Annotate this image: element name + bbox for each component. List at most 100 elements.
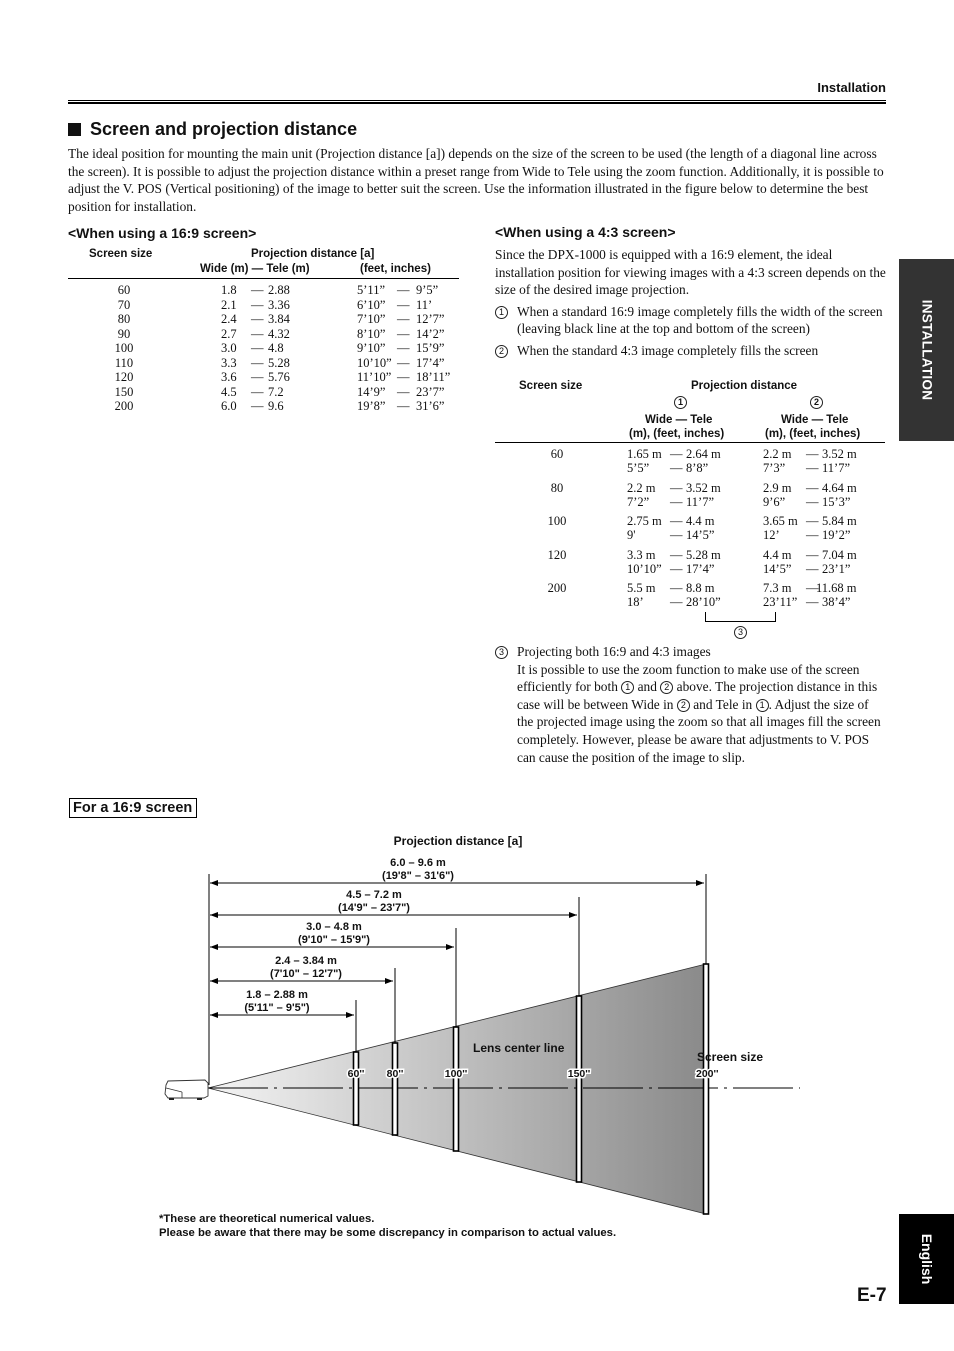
dash: — — [670, 447, 683, 461]
tele-ft-cell: 11’ — [416, 297, 433, 312]
wide-m-cell: 2.4 — [221, 312, 237, 326]
square-bullet-icon — [68, 123, 81, 136]
col2-tele-ft: 15’3” — [822, 494, 851, 509]
col-2-sub: Wide — Tele — [781, 414, 849, 426]
tele-ft-cell: 12’7” — [416, 312, 445, 326]
dash: — — [251, 341, 264, 355]
tele-ft-cell: 9’5” — [416, 283, 439, 297]
dash: — — [251, 283, 264, 297]
tele-ft-cell: 31’6” — [416, 399, 445, 413]
table-16-9-body: 60 1.8—2.88 5’11” —9’5” 70 2.1—3.36 6’10” —11’ 8… — [68, 279, 459, 414]
list-item: 1 When a standard 16:9 image completely … — [495, 303, 887, 338]
circled-ref: 1 — [755, 698, 769, 712]
table-row: 100 2.75 m —4.4 m 9' —14’5” 3.65 m —5.84 m 12’ —… — [495, 514, 885, 548]
col1-tele-ft: 28’10” — [686, 595, 721, 609]
table-row: 200 6.0—9.6 19’8” —31’6” — [114, 399, 445, 413]
projection-cone — [207, 963, 707, 1215]
side-tab-installation-label: INSTALLATION — [919, 299, 934, 401]
col1-wide-m: 2.2 m — [627, 480, 656, 495]
col-screen-size: Screen size — [89, 248, 153, 260]
table-row: 110 3.3—5.28 10’10” —17’4” — [114, 355, 445, 370]
dash: — — [397, 283, 410, 297]
section-title-text: Screen and projection distance — [90, 119, 358, 139]
dash: — — [397, 312, 410, 326]
screen-size-value: 80'' — [387, 1068, 404, 1080]
table-row: 60 1.8—2.88 5’11” —9’5” — [117, 283, 439, 297]
tele-ft-cell: 17’4” — [416, 355, 445, 370]
side-tab-installation: INSTALLATION — [899, 259, 954, 441]
col-projection-distance: Projection distance — [691, 380, 798, 392]
dimension-imperial-label: (7'10" – 12'7") — [270, 968, 342, 980]
item-text: When a standard 16:9 image completely fi… — [517, 303, 883, 337]
tele-m-cell: 9.6 — [268, 399, 284, 413]
col-metric: Wide (m) — Tele (m) — [200, 263, 310, 275]
screen-size-label: Screen size — [697, 1050, 763, 1064]
wide-m-cell: 4.5 — [221, 384, 237, 399]
tele-m-cell: 4.32 — [268, 326, 290, 341]
circled-ref: 2 — [660, 681, 674, 695]
wide-m-cell: 1.8 — [221, 283, 237, 297]
table-row: 70 2.1—3.36 6’10” —11’ — [117, 297, 433, 312]
dash: — — [251, 384, 264, 399]
table-row: 100 3.0—4.8 9’10” —15’9” — [114, 341, 445, 355]
dash: — — [251, 399, 264, 413]
dash: — — [670, 494, 683, 509]
dash: — — [397, 326, 410, 341]
figure-title: Projection distance [a] — [394, 834, 523, 848]
running-title: Installation — [817, 80, 886, 95]
dash: — — [251, 355, 264, 370]
screen-bar — [702, 963, 710, 1215]
tele-ft-cell: 15’9” — [416, 341, 445, 355]
section-4-3-intro: Since the DPX-1000 is equipped with a 16… — [495, 246, 887, 359]
heading-16-9: <When using a 16:9 screen> — [68, 225, 257, 241]
table-row: 90 2.7—4.32 8’10” —14’2” — [117, 326, 445, 341]
dash: — — [670, 461, 683, 475]
screen-bar — [352, 1051, 360, 1126]
dimension-metric-label: 6.0 – 9.6 m — [390, 857, 446, 869]
dash: — — [806, 561, 819, 576]
heading-4-3: <When using a 4:3 screen> — [495, 224, 676, 240]
screen-size-cell: 80 — [550, 480, 564, 495]
screen-bar — [575, 995, 583, 1183]
col2-tele-ft: 23’1” — [822, 561, 851, 576]
footnote-line-2: Please be aware that there may be some d… — [159, 1226, 617, 1239]
wide-m-cell: 2.7 — [221, 326, 237, 341]
dimension-imperial-label: (5'11" – 9'5") — [244, 1002, 310, 1014]
intro-4-3: Since the DPX-1000 is equipped with a 16… — [495, 247, 886, 297]
note-3: 3 Projecting both 16:9 and 4:3 images It… — [495, 643, 887, 766]
dimension-imperial-label: (14'9" – 23'7") — [338, 902, 410, 914]
table-row: 120 3.3 m —5.28 m 10’10” —17’4” 4.4 m —7.04 m1… — [495, 548, 885, 582]
screen-size-value: 60'' — [348, 1068, 365, 1080]
dash: — — [806, 595, 819, 609]
tele-m-cell: 5.28 — [268, 355, 290, 370]
col1-wide-ft: 7’2” — [627, 494, 650, 509]
col-2-units: (m), (feet, inches) — [765, 428, 861, 440]
dash: — — [806, 480, 819, 495]
col1-tele-m: 4.4 m — [686, 514, 715, 528]
circled-number-2: 2 — [495, 344, 508, 358]
wide-m-cell: 6.0 — [221, 399, 237, 413]
circled-number-3: 3 — [495, 646, 508, 659]
wide-m-cell: 3.6 — [221, 370, 237, 384]
col2-wide-ft: 9’6” — [763, 494, 786, 509]
wide-ft-cell: 6’10” — [357, 297, 386, 312]
table-row: 200 5.5 m —8.8 m 18’ —28’10” 7.3 m —11.68 m 23’… — [495, 581, 885, 615]
table-row: 120 3.6—5.76 11’10” —18’11” — [114, 370, 451, 384]
col2-wide-m: 4.4 m — [763, 547, 792, 562]
footnote: *These are theoretical numerical values.… — [159, 1213, 616, 1240]
tele-m-cell: 3.84 — [268, 312, 290, 326]
circled-number-1: 1 — [674, 396, 687, 409]
page-number: E-7 — [857, 1285, 887, 1306]
circled-number-2: 2 — [810, 396, 823, 409]
table-row: 80 2.4—3.84 7’10” —12’7” — [117, 312, 445, 326]
screen-size-cell: 100 — [547, 514, 567, 528]
dash: — — [806, 461, 819, 475]
dash: — — [670, 595, 683, 609]
dash: — — [251, 326, 264, 341]
col1-tele-ft: 11’7” — [686, 494, 714, 509]
note-3-body: It is possible to use the zoom function … — [495, 661, 887, 767]
dash: — — [670, 561, 683, 576]
dash: — — [670, 581, 683, 595]
circled-ref: 1 — [621, 681, 635, 695]
intro-paragraph: The ideal position for mounting the main… — [68, 146, 884, 214]
